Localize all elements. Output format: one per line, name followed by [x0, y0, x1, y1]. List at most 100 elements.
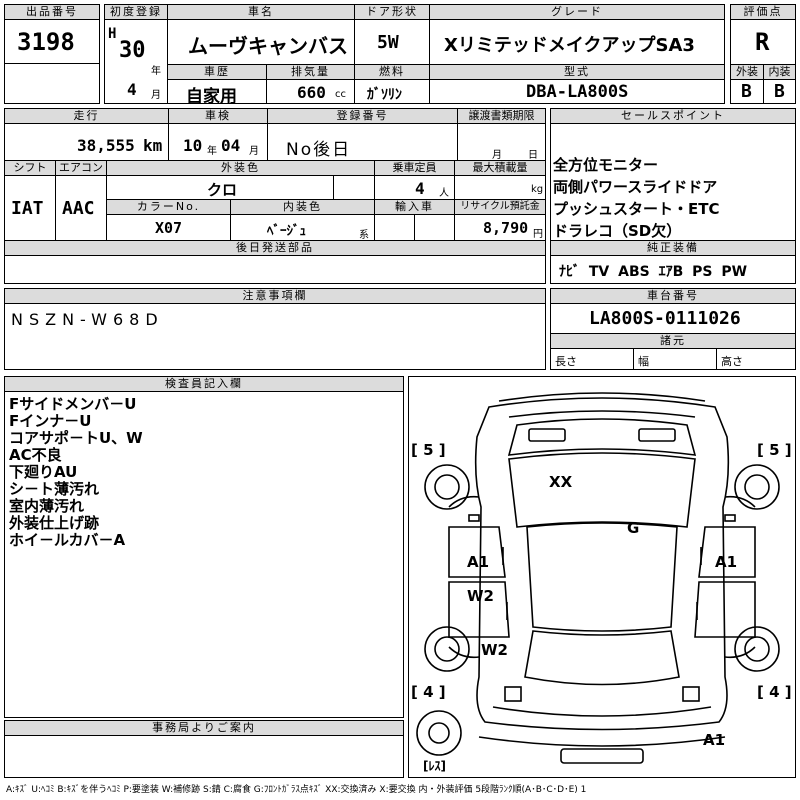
door-label: ドア形状 — [354, 4, 430, 20]
ac: AAC — [62, 198, 95, 219]
rear-window — [524, 630, 680, 686]
legend: A:ｷｽﾞ U:ﾍｺﾐ B:ｷｽﾞを伴うﾍｺﾐ P:要塗装 W:補修跡 S:錆 … — [6, 785, 587, 795]
sales-point: 全方位モニター — [553, 156, 659, 174]
inspector-line: 室内薄汚れ — [9, 497, 85, 515]
inspection-cell: 10 年 04 月 — [168, 123, 268, 165]
capacity: 4 — [415, 179, 425, 198]
spec-label: 諸元 — [550, 333, 796, 349]
damage-mark-a1-right: A1 — [715, 553, 738, 571]
mileage-cell: 38,555 km — [4, 123, 169, 165]
history: 自家用 — [186, 87, 237, 104]
capacity-cell: 4 人 — [374, 175, 455, 200]
score-cell: R — [730, 19, 796, 65]
displacement: 660 — [297, 83, 326, 102]
ac-label: エアコン — [55, 160, 107, 176]
tire-rear-left — [424, 626, 470, 672]
office-section: 事務局よりご案内 — [4, 720, 404, 778]
inspector-line: AC不良 — [9, 446, 62, 464]
inspector-notes: Fサイドメンバ－U Fインナ－U コアサポ－トU、W AC不良 下廻りAU シ－… — [9, 396, 143, 549]
interior-label: 内装 — [763, 64, 796, 80]
color-no: X07 — [155, 219, 183, 237]
notes-text: NSZN-W68D — [11, 310, 164, 329]
sales-points: 全方位モニター 両側パワースライドドア プッシュスタート・ETC ドラレコ（SD… — [553, 154, 720, 240]
vehicle-details: 走行 38,555 km 車検 10 年 04 月 登録番号 No後日 譲渡書類… — [4, 108, 546, 284]
reg-no: No後日 — [286, 140, 352, 160]
lot-cell: 3198 — [4, 19, 100, 64]
ext-color: クロ — [207, 181, 238, 199]
equipment: ﾅﾋﾞ TV ABS ｴｱB PS PW — [559, 264, 748, 280]
chassis-label: 車台番号 — [550, 288, 796, 304]
inspector-cell: Fサイドメンバ－U Fインナ－U コアサポ－トU、W AC不良 下廻りAU シ－… — [4, 391, 404, 718]
import-label: 輸入車 — [374, 199, 455, 215]
model: DBA-LA800S — [526, 82, 629, 102]
front-bumper — [498, 392, 706, 402]
import-cell-a — [374, 214, 415, 241]
model-cell: DBA-LA800S — [429, 79, 725, 104]
height-label: 高さ — [721, 355, 743, 368]
office-cell — [4, 735, 404, 778]
damage-mark-g: G — [627, 519, 640, 537]
int-color-cell: ﾍﾞｰｼﾞｭ 系 — [230, 214, 375, 241]
ext-color-label: 外装色 — [106, 160, 375, 176]
notes-cell: NSZN-W68D — [4, 303, 546, 370]
reg-year: 30 — [119, 38, 146, 63]
exterior-label: 外装 — [730, 64, 764, 80]
insp-year: 10 — [183, 136, 203, 155]
spec-width: 幅 — [633, 348, 717, 370]
notes-label: 注意事項欄 — [4, 288, 546, 304]
chassis-cell: LA800S-0111026 — [550, 303, 796, 334]
grade: XリミテッドメイクアップSA3 — [444, 35, 695, 56]
mileage: 38,555 — [77, 136, 135, 155]
sales-section: セールスポイント 全方位モニター 両側パワースライドドア プッシュスタート・ET… — [550, 108, 796, 284]
rear-bumper — [492, 706, 712, 717]
exterior-cell: B — [730, 79, 764, 104]
inspector-line: コアサポ－トU、W — [9, 429, 143, 447]
tire-rear-right — [734, 626, 780, 672]
tire-front-left — [424, 464, 470, 510]
recycle: 8,790 — [483, 219, 529, 237]
car-name-label: 車名 — [167, 4, 355, 20]
roof — [526, 522, 678, 632]
lot-blank — [4, 63, 100, 104]
sales-cell: 全方位モニター 両側パワースライドドア プッシュスタート・ETC ドラレコ（SD… — [550, 123, 796, 241]
tire-rr-grade: [ 4 ] — [757, 683, 792, 701]
inspector-line: Fインナ－U — [9, 412, 92, 430]
displacement-cell: 660 cc — [266, 79, 355, 104]
car-name: ムーヴキャンバス — [188, 34, 348, 58]
capacity-unit: 人 — [439, 188, 449, 199]
ext-color-cell: クロ — [106, 175, 334, 200]
shift-label: シフト — [4, 160, 56, 176]
capacity-label: 乗車定員 — [374, 160, 455, 176]
chassis-number: LA800S-0111026 — [589, 308, 741, 329]
grade-cell: XリミテッドメイクアップSA3 — [429, 19, 725, 65]
inspector-line: 外装仕上げ跡 — [9, 514, 100, 532]
door-type: 5W — [377, 32, 399, 53]
recycle-cell: 8,790 円 — [454, 214, 546, 241]
exterior-grade: B — [741, 81, 752, 102]
int-color-label: 内装色 — [230, 199, 375, 215]
history-label: 車歴 — [167, 64, 267, 80]
lot-label: 出品番号 — [4, 4, 100, 20]
mileage-unit: km — [143, 136, 163, 155]
spec-height: 高さ — [716, 348, 796, 370]
damage-mark-xx: XX — [549, 473, 573, 491]
windshield — [508, 452, 696, 528]
month-unit: 月 — [151, 90, 161, 101]
width-label: 幅 — [638, 355, 649, 368]
first-reg-label: 初度登録 — [104, 4, 168, 20]
inspector-line: Fサイドメンバ－U — [9, 395, 137, 413]
history-cell: 自家用 — [167, 79, 267, 104]
tire-fr-grade: [ 5 ] — [757, 441, 792, 459]
car-body-outline — [474, 397, 730, 731]
reg-month: 4 — [127, 80, 137, 99]
inspector-section: 検査員記入欄 Fサイドメンバ－U Fインナ－U コアサポ－トU、W AC不良 下… — [4, 376, 404, 718]
color-no-label: カラーNo. — [106, 199, 231, 215]
fuel: ｶﾞｿﾘﾝ — [367, 87, 402, 103]
shift-cell: IAT — [4, 175, 56, 241]
spare-label: [ﾚｽ] — [423, 759, 446, 773]
spare-tire — [416, 710, 462, 756]
chassis-section: 車台番号 LA800S-0111026 諸元 長さ 幅 高さ — [550, 288, 796, 370]
interior-cell: B — [763, 79, 796, 104]
ac-cell: AAC — [55, 175, 107, 241]
int-color: ﾍﾞｰｼﾞｭ — [267, 224, 306, 239]
